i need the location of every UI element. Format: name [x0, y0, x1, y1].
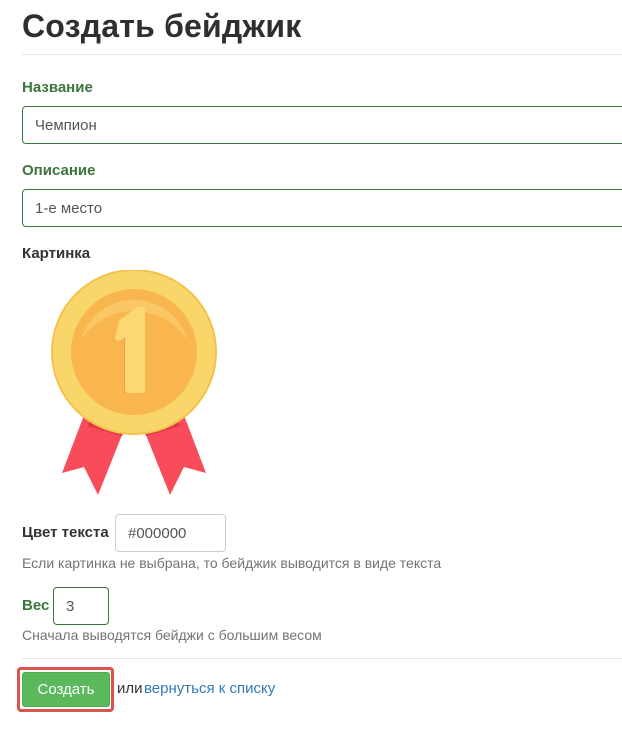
name-label: Название: [22, 79, 93, 96]
badge-image[interactable]: [48, 269, 220, 500]
weight-label: Вес: [22, 597, 50, 614]
or-text: или: [117, 680, 143, 697]
description-input[interactable]: [22, 189, 622, 227]
image-label: Картинка: [22, 245, 91, 262]
create-badge-page: Создать бейджик Название Описание Картин…: [0, 0, 622, 729]
actions-divider: [22, 658, 622, 659]
weight-help: Сначала выводятся бейджи с большим весом: [22, 627, 322, 643]
text-color-label: Цвет текста: [22, 524, 109, 541]
back-to-list-link[interactable]: вернуться к списку: [144, 680, 275, 697]
weight-input[interactable]: [53, 587, 109, 625]
gold-medal-icon: [51, 269, 217, 495]
create-button[interactable]: Создать: [22, 672, 110, 707]
description-label: Описание: [22, 162, 96, 179]
text-color-help: Если картинка не выбрана, то бейджик выв…: [22, 555, 442, 571]
page-title: Создать бейджик: [22, 8, 302, 44]
name-input[interactable]: [22, 106, 622, 144]
title-divider: [22, 54, 622, 55]
text-color-input[interactable]: [115, 514, 226, 552]
